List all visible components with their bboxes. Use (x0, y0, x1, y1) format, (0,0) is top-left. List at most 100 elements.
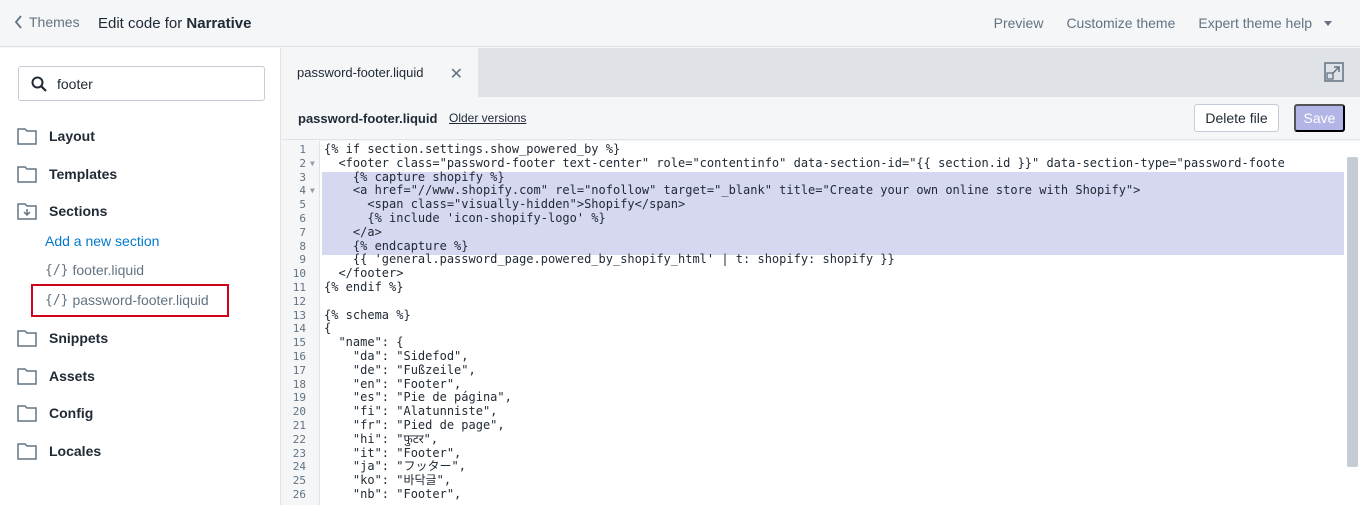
folder-snippets[interactable]: Snippets (17, 329, 108, 347)
line-number: 20 (292, 405, 306, 419)
line-number: 16 (292, 349, 306, 363)
expert-theme-help-menu[interactable]: Expert theme help (1198, 15, 1332, 31)
code-text: { (324, 321, 332, 336)
caret-down-icon (1324, 20, 1332, 26)
line-number: 23 (292, 446, 306, 460)
preview-link[interactable]: Preview (994, 15, 1044, 31)
line-number: 9 (299, 253, 306, 267)
code-line: 8 {% endcapture %} (282, 238, 1342, 254)
code-lines: 1 {% if section.settings.show_powered_by … (282, 142, 1342, 502)
line-number: 19 (292, 391, 306, 405)
folder-icon (17, 443, 37, 460)
back-label: Themes (29, 14, 80, 30)
back-to-themes-link[interactable]: Themes (14, 14, 80, 30)
code-text: "de": "Fußzeile", (324, 362, 476, 377)
search-icon (31, 76, 47, 92)
code-text: <span class="visually-hidden">Shopify</s… (324, 197, 686, 212)
code-text: "da": "Sidefod", (324, 348, 469, 363)
file-sidebar: Layout Templates Sections Add a new sect… (0, 48, 281, 505)
code-line: 11 {% endif %} (282, 280, 1342, 295)
close-icon[interactable]: ✕ (450, 64, 463, 84)
line-number: 1 (299, 143, 306, 156)
vertical-scrollbar[interactable] (1347, 157, 1358, 467)
code-text: "hi": "फुटर", (324, 431, 439, 446)
file-footer-liquid[interactable]: {/} footer.liquid (45, 262, 144, 278)
file-name: password-footer.liquid (298, 111, 438, 126)
folder-icon (17, 166, 37, 183)
folder-config[interactable]: Config (17, 404, 93, 422)
expert-theme-help-label: Expert theme help (1198, 15, 1312, 31)
code-text: "fr": "Pied de page", (324, 417, 505, 432)
file-header: password-footer.liquid Older versions De… (282, 97, 1360, 140)
line-number: 11 (292, 280, 306, 294)
line-number: 26 (292, 487, 306, 501)
folder-icon (17, 405, 37, 422)
line-number: 8 (299, 239, 306, 253)
delete-file-button[interactable]: Delete file (1194, 104, 1279, 132)
code-line: 17 "de": "Fußzeile", (282, 362, 1342, 378)
folder-label: Config (49, 405, 94, 421)
code-line: 3 {% capture shopify %} (282, 170, 1342, 185)
line-number: 25 (292, 474, 306, 488)
folder-locales[interactable]: Locales (17, 442, 101, 460)
fold-arrow-icon[interactable]: ▼ (310, 157, 315, 171)
tab-password-footer[interactable]: password-footer.liquid ✕ (282, 48, 478, 97)
top-nav: Preview Customize theme Expert theme hel… (994, 15, 1332, 31)
code-line: 14 { (282, 322, 1342, 336)
line-number: 18 (292, 377, 306, 391)
code-text: {% endcapture %} (324, 238, 469, 253)
code-line: 13 {% schema %} (282, 308, 1342, 323)
code-line: 7 </a> (282, 224, 1342, 240)
line-number: 12 (292, 294, 306, 308)
chevron-left-icon (14, 15, 22, 29)
folder-label: Templates (49, 166, 118, 182)
line-number: 14 (292, 322, 306, 336)
code-line: 21 "fr": "Pied de page", (282, 417, 1342, 433)
line-number: 24 (292, 460, 306, 474)
folder-templates[interactable]: Templates (17, 165, 117, 183)
search-input[interactable] (57, 75, 237, 92)
code-line: 20 "fi": "Alatunniste", (282, 404, 1342, 419)
folder-label: Layout (49, 128, 95, 144)
code-line: 26 "nb": "Footer", (282, 486, 1342, 502)
code-text: "ko": "바닥글", (324, 473, 452, 488)
folder-label: Snippets (49, 330, 109, 346)
folder-label: Sections (49, 203, 108, 219)
add-new-section-link[interactable]: Add a new section (45, 233, 159, 249)
line-number: 21 (292, 418, 306, 432)
code-line: 23 "it": "Footer", (282, 446, 1342, 461)
code-text: "en": "Footer", (324, 376, 462, 391)
line-number: 2 (299, 156, 306, 170)
line-number: 3 (299, 170, 306, 184)
customize-theme-link[interactable]: Customize theme (1066, 15, 1175, 31)
code-line: 2 ▼ <footer class="password-footer text-c… (282, 156, 1342, 171)
code-line: 16 "da": "Sidefod", (282, 348, 1342, 364)
tab-label: password-footer.liquid (297, 65, 424, 80)
code-line: 24 "ja": "フッター", (282, 460, 1342, 474)
code-line: 9 {{ 'general.password_page.powered_by_s… (282, 253, 1342, 267)
code-text: {{ 'general.password_page.powered_by_sho… (324, 252, 895, 267)
code-text: "nb": "Footer", (324, 486, 462, 501)
folder-assets[interactable]: Assets (17, 367, 95, 385)
code-text: </a> (324, 224, 382, 239)
folder-icon (17, 368, 37, 385)
older-versions-link[interactable]: Older versions (449, 111, 526, 125)
code-text: {% include 'icon-shopify-logo' %} (324, 210, 606, 225)
expand-icon[interactable] (1324, 62, 1344, 82)
code-line: 19 "es": "Pie de página", (282, 391, 1342, 405)
editor-tab-bar: password-footer.liquid ✕ (282, 48, 1360, 97)
folder-layout[interactable]: Layout (17, 127, 95, 145)
code-line: 22 "hi": "फुटर", (282, 431, 1342, 447)
folder-icon (17, 128, 37, 145)
save-button[interactable]: Save (1294, 104, 1345, 132)
search-box[interactable] (18, 66, 265, 101)
code-editor[interactable]: 1 {% if section.settings.show_powered_by … (282, 141, 1360, 505)
folder-label: Locales (49, 443, 102, 459)
fold-arrow-icon[interactable]: ▼ (310, 184, 315, 198)
folder-open-download-icon (17, 203, 37, 220)
folder-sections[interactable]: Sections (17, 202, 107, 220)
code-line: 15 "name": { (282, 335, 1342, 350)
file-label: footer.liquid (72, 262, 145, 278)
code-line: 18 "en": "Footer", (282, 376, 1342, 392)
code-line: 1 {% if section.settings.show_powered_by … (282, 142, 1342, 157)
